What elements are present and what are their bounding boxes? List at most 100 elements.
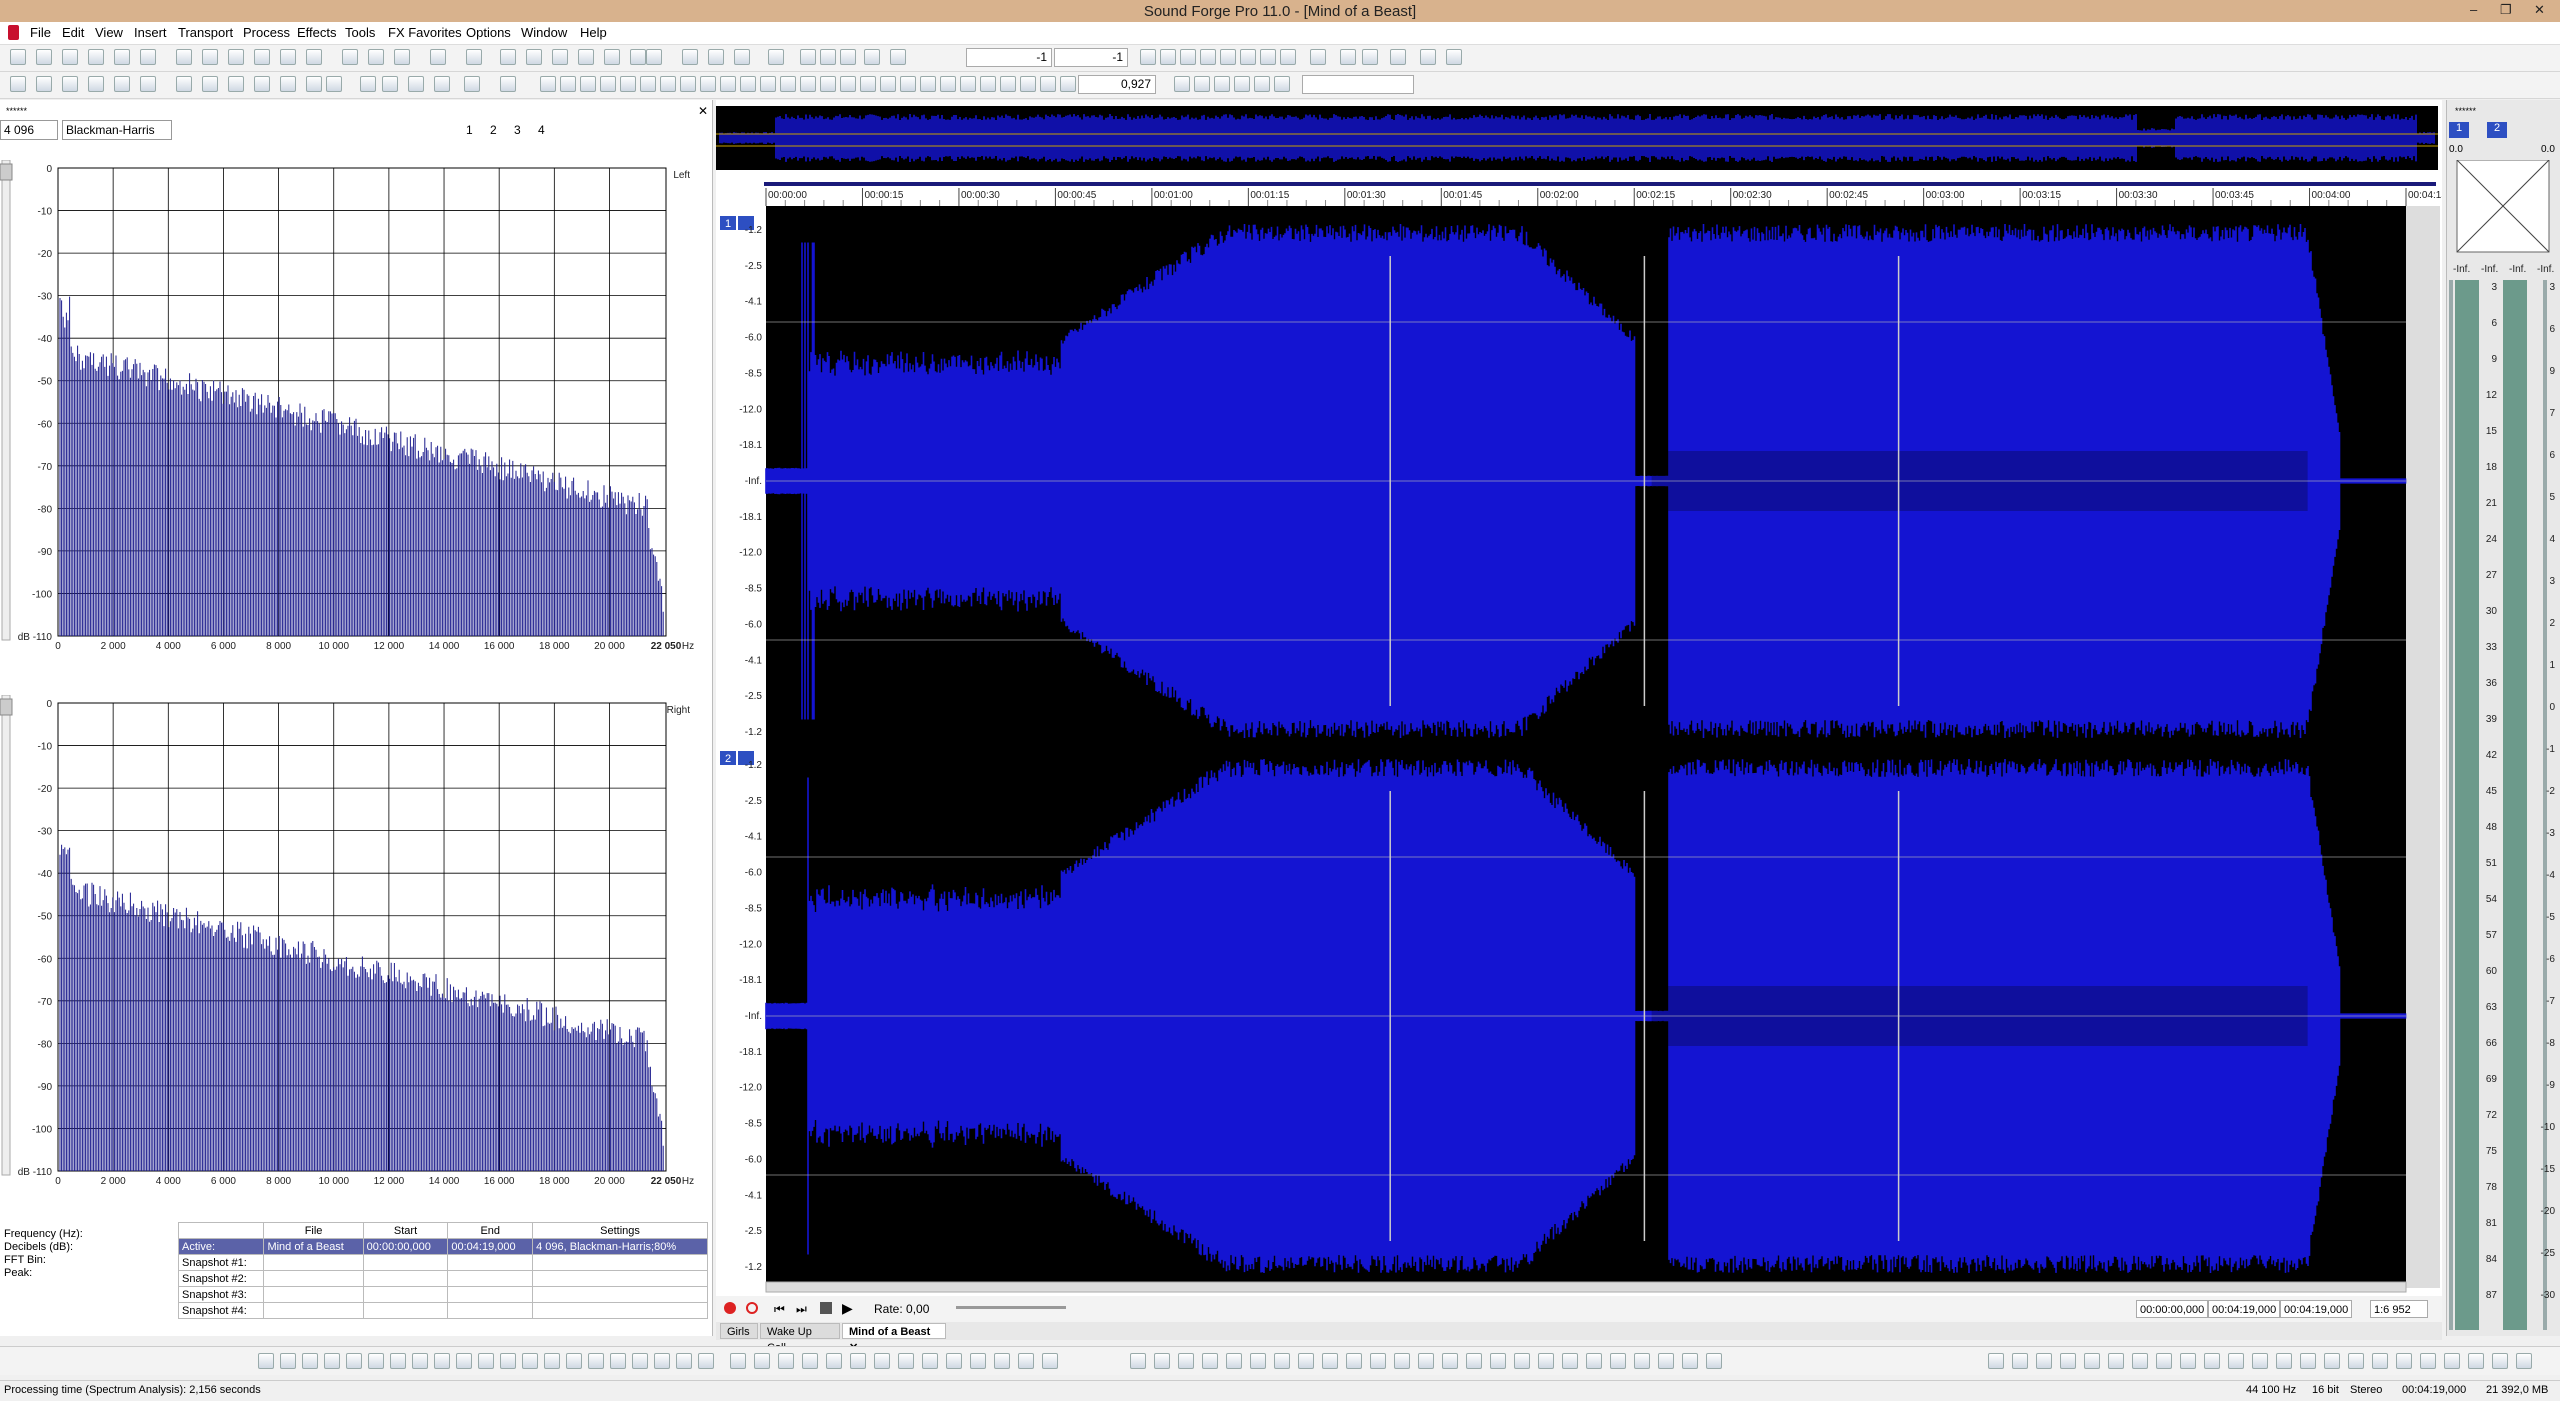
toolbar-button[interactable]	[360, 76, 376, 92]
toolbar-button[interactable]	[1000, 76, 1016, 92]
snapshot-3-button[interactable]: 3	[514, 123, 521, 137]
toolbar-button[interactable]	[588, 1353, 604, 1369]
toolbar-button[interactable]	[544, 1353, 560, 1369]
toolbar-button[interactable]	[1220, 49, 1236, 65]
toolbar-button[interactable]	[2396, 1353, 2412, 1369]
toolbar-button[interactable]	[302, 1353, 318, 1369]
toolbar-button[interactable]	[874, 1353, 890, 1369]
toolbar-button[interactable]	[202, 76, 218, 92]
menu-edit[interactable]: Edit	[62, 25, 84, 40]
menu-process[interactable]: Process	[243, 25, 290, 40]
overview-bar[interactable]	[716, 106, 2438, 170]
toolbar-button[interactable]	[36, 49, 52, 65]
toolbar-button[interactable]	[802, 1353, 818, 1369]
toolbar-button[interactable]	[578, 49, 594, 65]
toolbar-button[interactable]	[1254, 76, 1270, 92]
toolbar-button[interactable]	[1260, 49, 1276, 65]
toolbar-button[interactable]	[1346, 1353, 1362, 1369]
toolbar-button[interactable]	[228, 76, 244, 92]
toolbar-button[interactable]	[640, 76, 656, 92]
toolbar-button[interactable]	[2204, 1353, 2220, 1369]
menu-effects[interactable]: Effects	[297, 25, 337, 40]
toolbar-button[interactable]	[466, 49, 482, 65]
table-row[interactable]: Snapshot #2:	[177, 1270, 708, 1287]
toolbar-button[interactable]	[342, 49, 358, 65]
record-icon[interactable]	[724, 1302, 736, 1314]
toolbar-button[interactable]	[202, 49, 218, 65]
toolbar-button[interactable]	[10, 76, 26, 92]
custom-field[interactable]	[1302, 75, 1414, 94]
toolbar-button[interactable]	[2468, 1353, 2484, 1369]
toolbar-button[interactable]	[1018, 1353, 1034, 1369]
toolbar-button[interactable]	[2444, 1353, 2460, 1369]
toolbar-button[interactable]	[500, 1353, 516, 1369]
toolbar-button[interactable]	[1420, 49, 1436, 65]
toolbar-button[interactable]	[580, 76, 596, 92]
toolbar-button[interactable]	[1060, 76, 1076, 92]
toolbar-button[interactable]	[600, 76, 616, 92]
tab-wake-up-call[interactable]: Wake Up Call	[760, 1323, 840, 1354]
toolbar-button[interactable]	[604, 49, 620, 65]
close-button[interactable]: ✕	[2534, 2, 2545, 18]
toolbar-button[interactable]	[698, 1353, 714, 1369]
toolbar-button[interactable]	[540, 76, 556, 92]
window-type-select[interactable]: Blackman-Harris	[62, 120, 172, 140]
toolbar-button[interactable]	[760, 76, 776, 92]
toolbar-button[interactable]	[1370, 1353, 1386, 1369]
toolbar-button[interactable]	[456, 1353, 472, 1369]
toolbar-button[interactable]	[1310, 49, 1326, 65]
toolbar-button[interactable]	[800, 76, 816, 92]
toolbar-button[interactable]	[1174, 76, 1190, 92]
toolbar-button[interactable]	[1234, 76, 1250, 92]
toolbar-button[interactable]	[1130, 1353, 1146, 1369]
toolbar-button[interactable]	[1140, 49, 1156, 65]
toolbar-button[interactable]	[140, 49, 156, 65]
toolbar-button[interactable]	[730, 1353, 746, 1369]
selection-length-field[interactable]: 00:04:19,000	[2280, 1300, 2352, 1318]
toolbar-button[interactable]	[566, 1353, 582, 1369]
meter-channel-1-button[interactable]: 1	[2449, 122, 2469, 138]
toolbar-button[interactable]	[62, 76, 78, 92]
tab-mind-of-a-beast[interactable]: Mind of a Beast ✕	[842, 1323, 946, 1354]
toolbar-button[interactable]	[1214, 76, 1230, 92]
toolbar-button[interactable]	[434, 1353, 450, 1369]
toolbar-button[interactable]	[826, 1353, 842, 1369]
toolbar-button[interactable]	[552, 49, 568, 65]
toolbar-button[interactable]	[754, 1353, 770, 1369]
toolbar-button[interactable]	[1178, 1353, 1194, 1369]
fft-size-select[interactable]: 4 096	[0, 120, 58, 140]
toolbar-button[interactable]	[1194, 76, 1210, 92]
toolbar-button[interactable]	[434, 76, 450, 92]
toolbar-button[interactable]	[630, 49, 646, 65]
toolbar-button[interactable]	[1988, 1353, 2004, 1369]
toolbar-button[interactable]	[800, 49, 816, 65]
toolbar-button[interactable]	[1160, 49, 1176, 65]
toolbar-button[interactable]	[1682, 1353, 1698, 1369]
toolbar-button[interactable]	[478, 1353, 494, 1369]
toolbar-button[interactable]	[2372, 1353, 2388, 1369]
toolbar-button[interactable]	[700, 76, 716, 92]
toolbar-button[interactable]	[682, 49, 698, 65]
toolbar-button[interactable]	[176, 49, 192, 65]
toolbar-button[interactable]	[430, 49, 446, 65]
toolbar-button[interactable]	[2228, 1353, 2244, 1369]
toolbar-button[interactable]	[280, 1353, 296, 1369]
toolbar-button[interactable]	[1202, 1353, 1218, 1369]
toolbar-button[interactable]	[920, 76, 936, 92]
toolbar-button[interactable]	[306, 49, 322, 65]
toolbar-button[interactable]	[946, 1353, 962, 1369]
app-icon[interactable]	[8, 25, 19, 40]
spectrum-graph-left[interactable]: 0-10-20-30-40-50-60-70-80-90-100dB -1100…	[0, 160, 712, 700]
toolbar-button[interactable]	[114, 76, 130, 92]
toolbar-button[interactable]	[610, 1353, 626, 1369]
cursor-position-field[interactable]: -1	[966, 48, 1052, 67]
toolbar-button[interactable]	[940, 76, 956, 92]
toolbar-button[interactable]	[1634, 1353, 1650, 1369]
toolbar-button[interactable]	[1466, 1353, 1482, 1369]
toolbar-button[interactable]	[1562, 1353, 1578, 1369]
selection-length-field[interactable]: -1	[1054, 48, 1128, 67]
toolbar-button[interactable]	[1490, 1353, 1506, 1369]
table-row[interactable]: Snapshot #3:	[177, 1286, 708, 1303]
toolbar-button[interactable]	[368, 1353, 384, 1369]
toolbar-button[interactable]	[254, 49, 270, 65]
